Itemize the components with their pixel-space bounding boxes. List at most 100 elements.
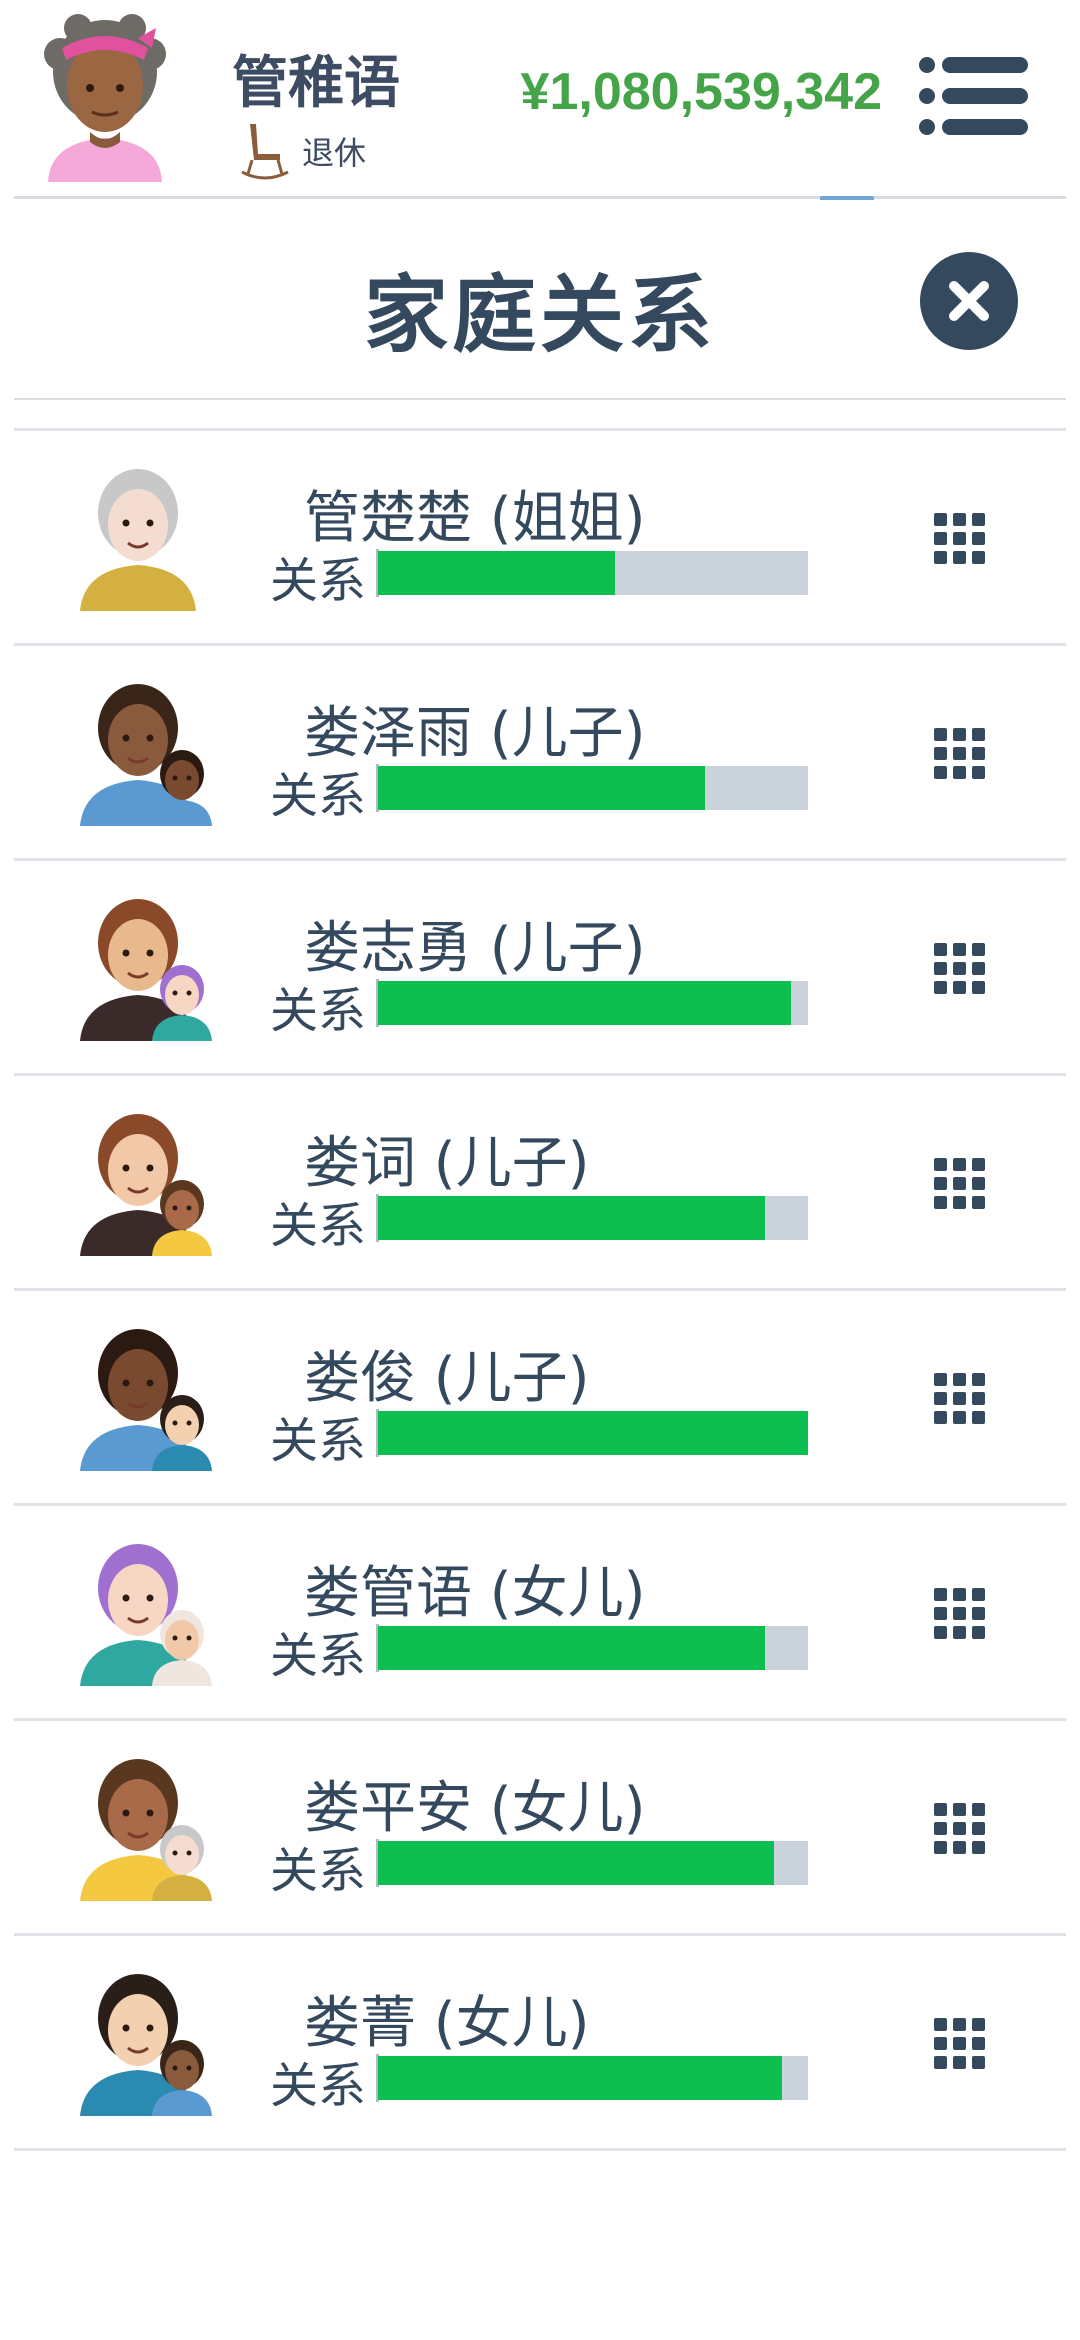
grid-dot — [953, 513, 966, 526]
relationship-label: 关系 — [270, 983, 367, 1039]
grid-dot — [972, 1803, 985, 1816]
relationship-bar — [378, 551, 808, 595]
grid-menu-icon[interactable] — [934, 513, 988, 567]
grid-dot — [953, 1158, 966, 1171]
grid-dot — [953, 532, 966, 545]
grid-dot — [934, 1196, 947, 1209]
grid-dot — [953, 1588, 966, 1601]
relationship-row[interactable]: 娄词 (儿子) 关系 — [14, 1076, 1066, 1291]
relationship-list[interactable]: 关系 管楚楚 (姐姐) 关系 娄泽雨 (儿子) 关系 娄志勇 (儿子) 关系 — [0, 400, 1080, 2200]
relationship-bar — [378, 1841, 808, 1885]
grid-dot — [953, 747, 966, 760]
grid-dot — [934, 2018, 947, 2031]
grid-dot — [972, 766, 985, 779]
grid-dot — [934, 728, 947, 741]
grid-menu-icon[interactable] — [934, 1373, 988, 1427]
grid-dot — [972, 2037, 985, 2050]
grid-dot — [934, 1607, 947, 1620]
player-avatar[interactable] — [40, 14, 170, 182]
top-bar: 管稚语 退休 ¥1,080,539,342 — [0, 0, 1080, 196]
close-button[interactable] — [920, 252, 1018, 350]
relationship-row[interactable]: 管楚楚 (姐姐) 关系 — [14, 431, 1066, 646]
grid-dot — [934, 981, 947, 994]
grid-dot — [972, 1158, 985, 1171]
grid-dot — [953, 981, 966, 994]
grid-menu-icon[interactable] — [934, 1803, 988, 1857]
relationship-bar — [378, 2056, 808, 2100]
grid-menu-icon[interactable] — [934, 1158, 988, 1212]
relationship-label: 关系 — [270, 1413, 367, 1469]
grid-dot — [934, 1158, 947, 1171]
relationship-bar-fill — [378, 1196, 765, 1240]
grid-dot — [972, 2018, 985, 2031]
close-icon — [949, 281, 989, 321]
relationship-bar-fill — [378, 1626, 765, 1670]
grid-dot — [934, 1373, 947, 1386]
relationship-bar-fill — [378, 1411, 808, 1455]
grid-menu-icon[interactable] — [934, 728, 988, 782]
grid-dot — [934, 2037, 947, 2050]
status-text: 退休 — [302, 134, 367, 172]
grid-menu-icon[interactable] — [934, 1588, 988, 1642]
relationship-label: 关系 — [270, 1198, 367, 1254]
grid-dot — [972, 551, 985, 564]
grid-menu-icon[interactable] — [934, 943, 988, 997]
relationship-row[interactable]: 娄志勇 (儿子) 关系 — [14, 861, 1066, 1076]
grid-dot — [972, 943, 985, 956]
grid-dot — [953, 1373, 966, 1386]
grid-dot — [953, 766, 966, 779]
relationship-bar-fill — [378, 551, 615, 595]
relationship-row[interactable]: 关系 — [14, 400, 1066, 431]
grid-dot — [953, 1392, 966, 1405]
relationship-bar — [378, 1196, 808, 1240]
grid-dot — [972, 981, 985, 994]
life-status: 退休 — [240, 118, 366, 184]
rocking-chair-icon — [241, 124, 289, 180]
grid-menu-icon[interactable] — [934, 2018, 988, 2072]
grid-dot — [953, 1841, 966, 1854]
relative-avatar — [80, 684, 212, 826]
relationship-bar — [378, 766, 808, 810]
grid-dot — [972, 1373, 985, 1386]
relative-avatar — [80, 469, 196, 611]
grid-dot — [934, 532, 947, 545]
modal-title: 家庭关系 — [363, 266, 716, 364]
grid-dot — [972, 728, 985, 741]
grid-dot — [934, 747, 947, 760]
grid-dot — [953, 2018, 966, 2031]
grid-dot — [953, 728, 966, 741]
relationship-bar — [378, 981, 808, 1025]
relative-avatar — [80, 1544, 212, 1686]
grid-dot — [953, 1626, 966, 1639]
grid-dot — [972, 1411, 985, 1424]
relationship-row[interactable]: 娄菁 (女儿) 关系 — [14, 1936, 1066, 2151]
relationship-bar — [378, 1626, 808, 1670]
grid-dot — [953, 943, 966, 956]
grid-dot — [953, 962, 966, 975]
relationship-label: 关系 — [270, 553, 367, 609]
relationship-bar-fill — [378, 2056, 783, 2100]
relationship-bar-fill — [378, 766, 705, 810]
grid-dot — [972, 1626, 985, 1639]
relationship-label: 关系 — [270, 2058, 367, 2114]
relationship-row[interactable]: 娄泽雨 (儿子) 关系 — [14, 646, 1066, 861]
relative-avatar — [80, 1974, 212, 2116]
grid-dot — [972, 1392, 985, 1405]
grid-dot — [953, 1607, 966, 1620]
grid-dot — [972, 513, 985, 526]
relative-avatar — [80, 1759, 212, 1901]
money-balance: ¥1,080,539,342 — [520, 63, 882, 121]
grid-dot — [972, 2056, 985, 2069]
relationship-row[interactable]: 娄平安 (女儿) 关系 — [14, 1721, 1066, 1936]
relationship-bar-fill — [378, 1841, 774, 1885]
grid-dot — [972, 747, 985, 760]
grid-dot — [934, 551, 947, 564]
relationship-row[interactable]: 娄俊 (儿子) 关系 — [14, 1291, 1066, 1506]
grid-dot — [934, 1392, 947, 1405]
grid-dot — [934, 962, 947, 975]
grid-dot — [972, 1177, 985, 1190]
grid-dot — [953, 1411, 966, 1424]
list-menu-icon[interactable] — [918, 56, 1028, 136]
grid-dot — [953, 551, 966, 564]
relationship-row[interactable]: 娄管语 (女儿) 关系 — [14, 1506, 1066, 1721]
